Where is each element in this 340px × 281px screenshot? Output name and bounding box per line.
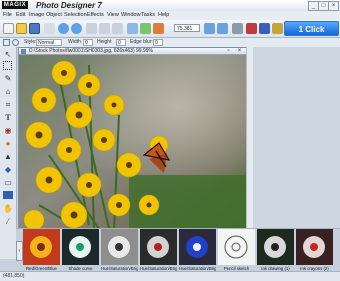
menu-edit[interactable]: Edit: [16, 11, 25, 20]
fit-view-icon[interactable]: [232, 23, 243, 34]
print-icon[interactable]: [44, 23, 55, 34]
text-tool-icon[interactable]: T: [3, 113, 13, 123]
menu-object[interactable]: Object: [46, 11, 62, 20]
crop-tool-icon[interactable]: ⌗: [3, 100, 13, 110]
copy-icon[interactable]: [99, 23, 110, 34]
open-folder-icon[interactable]: [16, 23, 27, 34]
style-label: Style:: [24, 39, 37, 45]
color-swatch-icon[interactable]: [3, 191, 13, 199]
menu-view[interactable]: View: [107, 11, 119, 20]
thumbnail-image: [257, 229, 294, 265]
thumbnail-image: [296, 229, 333, 265]
document-icon: [21, 49, 26, 54]
red-tool-icon[interactable]: [246, 23, 257, 34]
redo-icon[interactable]: [71, 23, 82, 34]
style-dropdown[interactable]: Normal: [36, 39, 62, 46]
thumbnail[interactable]: Red/Green/Blue: [23, 229, 60, 272]
one-click-button[interactable]: 1 Click: [284, 21, 339, 36]
document-restore-button[interactable]: ▫: [225, 48, 232, 55]
paste-icon[interactable]: [112, 23, 123, 34]
filmstrip-nav-left[interactable]: ‹: [16, 241, 23, 261]
marquee-tool-icon[interactable]: [3, 61, 12, 70]
width-label: Width: [68, 39, 81, 45]
cut-icon[interactable]: [86, 23, 97, 34]
rect-select-icon[interactable]: [3, 39, 10, 46]
close-button[interactable]: ×: [328, 1, 339, 11]
thumbnail-image: [140, 229, 177, 265]
stamp-tool-icon[interactable]: ⌂: [3, 87, 13, 97]
document-close-button[interactable]: ×: [236, 48, 243, 55]
thumbnail-image: [23, 229, 60, 265]
menu-file[interactable]: File: [3, 11, 12, 20]
blue-tool-icon[interactable]: [259, 23, 270, 34]
edge-blur-label: Edge blur:: [130, 39, 153, 45]
smudge-tool-icon[interactable]: ✋: [3, 204, 13, 214]
zoom-in-icon[interactable]: [204, 23, 215, 34]
dodge-tool-icon[interactable]: ●: [3, 139, 13, 149]
menu-help[interactable]: Help: [158, 11, 169, 20]
shape-tool-icon[interactable]: ▲: [3, 152, 13, 162]
edge-blur-field[interactable]: 0: [153, 39, 163, 46]
selection-icon[interactable]: [127, 23, 138, 34]
thumbnail[interactable]: Shade curve: [62, 229, 99, 272]
arrow-tool-icon[interactable]: ↖: [3, 50, 13, 60]
thumbnail[interactable]: Pencil sketch: [218, 229, 255, 272]
thumbnail-image: [62, 229, 99, 265]
save-icon[interactable]: [29, 23, 40, 34]
image-icon[interactable]: [140, 23, 151, 34]
undo-icon[interactable]: [58, 23, 69, 34]
app-title: Photo Designer 7: [36, 1, 102, 10]
zoom-out-icon[interactable]: [217, 23, 228, 34]
thumbnail[interactable]: Ink crayons (2): [296, 229, 333, 272]
canvas-photo[interactable]: [19, 55, 247, 229]
width-field[interactable]: 0: [83, 39, 93, 46]
main-toolbar: 75.381 1 Click: [0, 20, 340, 38]
right-panel: [253, 47, 340, 228]
menu-window[interactable]: Window: [121, 11, 141, 20]
menu-selection[interactable]: Selection: [64, 11, 87, 20]
thumbnail[interactable]: Ink drawing (1): [257, 229, 294, 272]
height-label: Height: [97, 39, 112, 45]
thumbnail-image: [218, 229, 255, 265]
thumbnail[interactable]: Hue/Saturation/Brigh...: [179, 229, 216, 272]
document-window: D:\Stock Photos\flw0001\SH0303.jpg, 626x…: [18, 47, 248, 230]
menu-tasks[interactable]: Tasks: [141, 11, 155, 20]
ellipse-select-icon[interactable]: [12, 39, 19, 46]
tool-strip: ↖ ✎ ⌂ ⌗ T ◉ ● ▲ ◆ ▭ ✋ ⁄: [0, 47, 17, 259]
fill-tool-icon[interactable]: ◆: [3, 165, 13, 175]
menu-image[interactable]: Image: [29, 11, 44, 20]
eraser-tool-icon[interactable]: ▭: [3, 178, 13, 188]
new-file-icon[interactable]: [3, 23, 14, 34]
sunflower-butterfly-image: [19, 55, 247, 229]
effects-filmstrip: ‹ Red/Green/Blue Shade curve Hue/Saturat…: [16, 228, 340, 272]
effects-icon[interactable]: [153, 23, 164, 34]
thumbnail[interactable]: Hue/Saturation/Brigh...: [140, 229, 177, 272]
brush-tool-icon[interactable]: ✎: [3, 74, 13, 84]
thumbnail-image: [101, 229, 138, 265]
document-title: D:\Stock Photos\flw0001\SH0303.jpg, 626x…: [19, 48, 247, 55]
yellow-tool-icon[interactable]: [272, 23, 283, 34]
magix-logo: MAGIX: [2, 1, 28, 9]
height-field[interactable]: 0: [116, 39, 126, 46]
red-eye-tool-icon[interactable]: ◉: [3, 126, 13, 136]
menu-effects[interactable]: Effects: [87, 11, 104, 20]
thumbnail[interactable]: Hue/Saturation/Brigh...: [101, 229, 138, 272]
eyedropper-tool-icon[interactable]: ⁄: [3, 217, 13, 227]
vertical-scrollbar[interactable]: [246, 47, 253, 228]
zoom-dropdown[interactable]: 75.381: [174, 24, 200, 32]
thumbnail-image: [179, 229, 216, 265]
